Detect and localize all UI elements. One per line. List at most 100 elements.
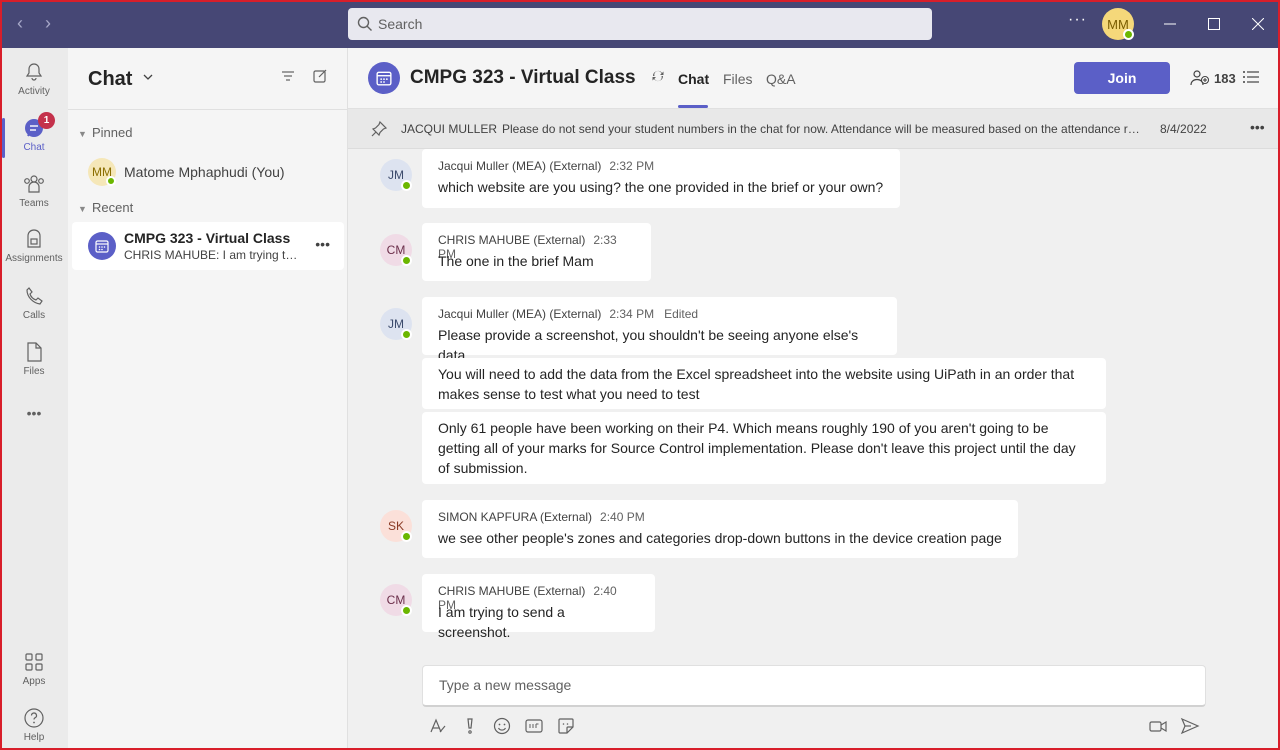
message-edited-label: Edited xyxy=(664,307,699,321)
message-bubble[interactable]: You will need to add the data from the E… xyxy=(422,358,1106,409)
chat-unread-badge: 1 xyxy=(38,112,55,129)
emoji-icon[interactable] xyxy=(492,716,512,736)
more-options-icon[interactable]: ••• xyxy=(315,236,330,252)
message-compose-box xyxy=(422,665,1206,707)
message-bubble[interactable]: SIMON KAPFURA (External) 2:40 PM we see o… xyxy=(422,500,1018,558)
pinned-contact-name: Matome Mphaphudi (You) xyxy=(124,164,285,180)
message-input[interactable] xyxy=(423,666,1205,704)
teams-icon xyxy=(22,172,46,196)
pinned-message-banner[interactable]: JACQUI MULLER Please do not send your st… xyxy=(348,109,1280,149)
rail-item-assignments[interactable]: Assignments xyxy=(0,223,68,275)
search-input[interactable]: Search xyxy=(348,8,932,40)
meet-now-icon[interactable] xyxy=(1148,716,1168,736)
back-arrow-icon[interactable]: ‹ xyxy=(10,13,30,34)
chat-list-header: Chat xyxy=(68,48,347,110)
search-placeholder: Search xyxy=(378,16,423,32)
rail-label-files: Files xyxy=(23,366,45,377)
message-bubble[interactable]: Jacqui Muller (MEA) (External) 2:32 PM wh… xyxy=(422,149,900,208)
search-icon xyxy=(357,16,372,31)
rail-item-chat[interactable]: Chat 1 xyxy=(0,112,68,164)
presence-available-icon xyxy=(401,180,412,191)
pinned-contact-item[interactable]: MM Matome Mphaphudi (You) xyxy=(72,156,344,188)
message-text: we see other people's zones and categori… xyxy=(438,530,1002,546)
presence-available-icon xyxy=(1123,29,1134,40)
avatar-initials: SK xyxy=(387,519,404,533)
message-author: SIMON KAPFURA (External) xyxy=(438,510,593,524)
avatar[interactable]: CM xyxy=(380,234,412,266)
maximize-icon[interactable] xyxy=(1202,12,1226,36)
file-icon xyxy=(22,340,46,364)
message-bubble[interactable]: CHRIS MAHUBE (External) 2:33 PM The one i… xyxy=(422,223,651,281)
sticker-icon[interactable] xyxy=(556,716,576,736)
avatar[interactable]: SK xyxy=(380,510,412,542)
rail-label-activity: Activity xyxy=(18,86,50,97)
gif-icon[interactable] xyxy=(524,716,544,736)
tab-qa[interactable]: Q&A xyxy=(766,71,796,87)
avatar[interactable]: JM xyxy=(380,308,412,340)
message-meta: Jacqui Muller (MEA) (External) 2:32 PM xyxy=(438,159,884,177)
join-button[interactable]: Join xyxy=(1074,62,1170,94)
presence-available-icon xyxy=(401,329,412,340)
chat-panel-title[interactable]: Chat xyxy=(88,68,132,91)
send-icon[interactable] xyxy=(1180,716,1200,736)
more-icon: ••• xyxy=(26,405,42,421)
rail-item-calls[interactable]: Calls xyxy=(0,280,68,332)
rail-label-teams: Teams xyxy=(19,198,49,209)
avatar[interactable]: CM xyxy=(380,584,412,616)
rail-item-teams[interactable]: Teams xyxy=(0,168,68,220)
filter-icon[interactable] xyxy=(280,68,296,87)
message-text: which website are you using? the one pro… xyxy=(438,179,884,195)
message-text: Only 61 people have been working on thei… xyxy=(438,420,1076,476)
calendar-icon xyxy=(88,232,116,260)
message-bubble[interactable]: Jacqui Muller (MEA) (External) 2:34 PM Edi… xyxy=(422,297,897,363)
title-bar: ‹ › Search ··· MM xyxy=(0,0,1280,48)
more-options-icon[interactable]: ••• xyxy=(1250,119,1265,135)
message-meta: CHRIS MAHUBE (External) 2:40 PM xyxy=(438,584,639,612)
message-time: 2:40 PM xyxy=(600,510,645,524)
presence-available-icon xyxy=(401,531,412,542)
minimize-icon[interactable] xyxy=(1158,12,1182,36)
list-icon[interactable] xyxy=(1242,69,1260,88)
recent-label: Recent xyxy=(92,200,134,215)
rail-item-help[interactable]: Help xyxy=(0,702,68,750)
message-time: 2:34 PM xyxy=(609,307,655,321)
chevron-down-icon: ▼ xyxy=(78,129,87,139)
tab-files[interactable]: Files xyxy=(723,71,753,87)
more-options-icon[interactable]: ··· xyxy=(1068,11,1087,29)
pin-icon xyxy=(370,120,388,141)
forward-arrow-icon[interactable]: › xyxy=(38,13,58,34)
tab-chat[interactable]: Chat xyxy=(678,71,709,87)
avatar[interactable]: JM xyxy=(380,159,412,191)
message-bubble[interactable]: Only 61 people have been working on thei… xyxy=(422,412,1106,484)
avatar-initials: JM xyxy=(388,317,404,331)
pinned-text: Please do not send your student numbers … xyxy=(502,122,1142,136)
user-avatar[interactable]: MM xyxy=(1102,8,1134,40)
new-chat-icon[interactable] xyxy=(312,68,328,87)
recent-chat-item[interactable]: CMPG 323 - Virtual Class CHRIS MAHUBE: I… xyxy=(72,222,344,270)
message-meta: CHRIS MAHUBE (External) 2:33 PM xyxy=(438,233,635,261)
tab-active-indicator xyxy=(678,105,708,108)
important-icon[interactable] xyxy=(460,716,480,736)
format-icon[interactable] xyxy=(428,716,448,736)
rail-item-activity[interactable]: Activity xyxy=(0,56,68,108)
phone-icon xyxy=(22,284,46,308)
participants-button[interactable]: 183 xyxy=(1190,69,1236,87)
message-author: CHRIS MAHUBE (External) xyxy=(438,584,586,598)
rail-item-files[interactable]: Files xyxy=(0,336,68,388)
rail-label-assignments: Assignments xyxy=(5,253,63,264)
presence-available-icon xyxy=(106,176,116,186)
chevron-down-icon[interactable] xyxy=(142,70,154,86)
message-text: I am trying to send a screenshot. xyxy=(438,604,565,640)
message-bubble[interactable]: CHRIS MAHUBE (External) 2:40 PM I am tryi… xyxy=(422,574,655,640)
pinned-section-header[interactable]: ▼ Pinned xyxy=(78,125,132,140)
close-icon[interactable] xyxy=(1246,12,1270,36)
message-text: You will need to add the data from the E… xyxy=(438,366,1075,402)
recent-section-header[interactable]: ▼ Recent xyxy=(78,200,133,215)
presence-available-icon xyxy=(401,255,412,266)
conversation-header: CMPG 323 - Virtual Class Chat Files Q&A … xyxy=(348,48,1280,109)
rail-more-apps[interactable]: ••• xyxy=(0,398,68,424)
rail-label-help: Help xyxy=(23,732,45,743)
message-author: Jacqui Muller (MEA) (External) xyxy=(438,307,602,321)
rail-item-apps[interactable]: Apps xyxy=(0,646,68,698)
rail-label-apps: Apps xyxy=(22,676,46,687)
